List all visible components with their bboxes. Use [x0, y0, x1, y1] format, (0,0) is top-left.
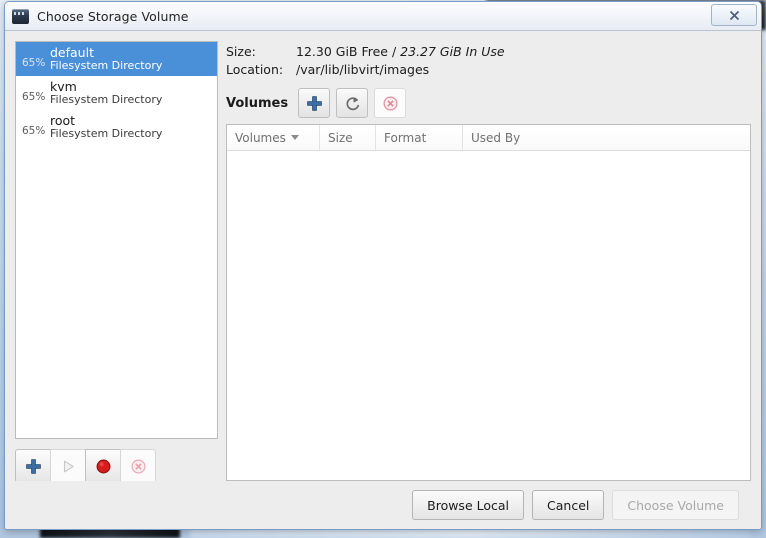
- size-separator: /: [388, 44, 401, 59]
- volumes-table-body[interactable]: [227, 151, 750, 480]
- pool-details: Size: 12.30 GiB Free / 23.27 GiB In Use …: [226, 41, 751, 77]
- pool-name: default: [50, 44, 94, 60]
- pool-name: kvm: [50, 78, 77, 94]
- close-icon: [729, 10, 739, 20]
- location-label: Location:: [226, 62, 284, 77]
- column-header-format-label: Format: [384, 130, 427, 145]
- add-pool-button[interactable]: [15, 449, 51, 483]
- refresh-volumes-icon: [346, 96, 359, 110]
- column-header-format[interactable]: Format: [376, 125, 463, 150]
- pool-list-item[interactable]: 65% kvm Filesystem Directory: [16, 76, 217, 110]
- storage-pool-toolbar: [15, 449, 218, 483]
- pool-usage-percent: 65%: [22, 90, 46, 103]
- cancel-button[interactable]: Cancel: [532, 490, 605, 520]
- volumes-title: Volumes: [226, 95, 289, 111]
- size-label: Size:: [226, 44, 256, 59]
- pool-type: Filesystem Directory: [50, 126, 163, 140]
- pool-list-item[interactable]: 65% root Filesystem Directory: [16, 110, 217, 144]
- storage-pool-list[interactable]: 65% default Filesystem Directory 65% kvm…: [15, 41, 218, 439]
- storage-pool-panel: 65% default Filesystem Directory 65% kvm…: [15, 41, 218, 483]
- column-header-used-by[interactable]: Used By: [463, 125, 750, 150]
- window-title: Choose Storage Volume: [37, 8, 189, 24]
- choose-storage-volume-dialog: Choose Storage Volume 65% default Filesy…: [4, 1, 762, 530]
- size-inuse-text: 23.27 GiB In Use: [400, 44, 505, 59]
- stop-pool-button[interactable]: [85, 449, 121, 483]
- dialog-footer: Browse Local Cancel Choose Volume: [15, 481, 751, 529]
- delete-volume-button: [374, 88, 407, 118]
- pool-list-item[interactable]: 65% default Filesystem Directory: [16, 42, 217, 76]
- chevron-down-icon: [290, 135, 299, 140]
- column-header-volumes-label: Volumes: [235, 130, 286, 145]
- titlebar-buttons: [711, 4, 757, 26]
- add-volume-icon: [306, 95, 322, 111]
- volumes-table-header: Volumes Size Format Used By: [227, 125, 750, 151]
- pool-usage-percent: 65%: [22, 124, 46, 137]
- column-header-size-label: Size: [328, 130, 353, 145]
- choose-volume-button: Choose Volume: [612, 490, 739, 520]
- pool-type: Filesystem Directory: [50, 92, 163, 106]
- volumes-toolbar: Volumes: [226, 88, 751, 118]
- stop-pool-icon: [96, 459, 110, 473]
- dialog-body: 65% default Filesystem Directory 65% kvm…: [5, 31, 761, 529]
- pool-type: Filesystem Directory: [50, 58, 163, 72]
- pool-name: root: [50, 112, 76, 128]
- refresh-volumes-button[interactable]: [336, 88, 369, 118]
- column-header-used-by-label: Used By: [471, 130, 521, 145]
- start-pool-button: [50, 449, 86, 483]
- delete-pool-icon: [130, 458, 146, 474]
- delete-volume-icon: [383, 95, 398, 111]
- close-button[interactable]: [711, 4, 757, 26]
- column-header-size[interactable]: Size: [320, 125, 376, 150]
- add-volume-button[interactable]: [298, 88, 331, 118]
- volume-panel: Size: 12.30 GiB Free / 23.27 GiB In Use …: [226, 41, 751, 481]
- column-header-volumes[interactable]: Volumes: [227, 125, 320, 150]
- volumes-table[interactable]: Volumes Size Format Used By: [226, 124, 751, 481]
- size-value: 12.30 GiB Free / 23.27 GiB In Use: [296, 44, 751, 59]
- titlebar[interactable]: Choose Storage Volume: [5, 2, 761, 31]
- pool-usage-percent: 65%: [22, 56, 46, 69]
- start-pool-icon: [63, 460, 74, 472]
- virt-manager-icon: [12, 8, 29, 24]
- pool-text-block: default Filesystem Directory: [48, 44, 163, 72]
- add-pool-icon: [25, 458, 41, 474]
- delete-pool-button: [120, 449, 156, 483]
- location-value: /var/lib/libvirt/images: [296, 62, 430, 77]
- pool-text-block: kvm Filesystem Directory: [48, 78, 163, 106]
- content-row: 65% default Filesystem Directory 65% kvm…: [15, 41, 751, 483]
- pool-text-block: root Filesystem Directory: [48, 112, 163, 140]
- size-free-text: 12.30 GiB Free: [296, 44, 388, 59]
- browse-local-button[interactable]: Browse Local: [412, 490, 525, 520]
